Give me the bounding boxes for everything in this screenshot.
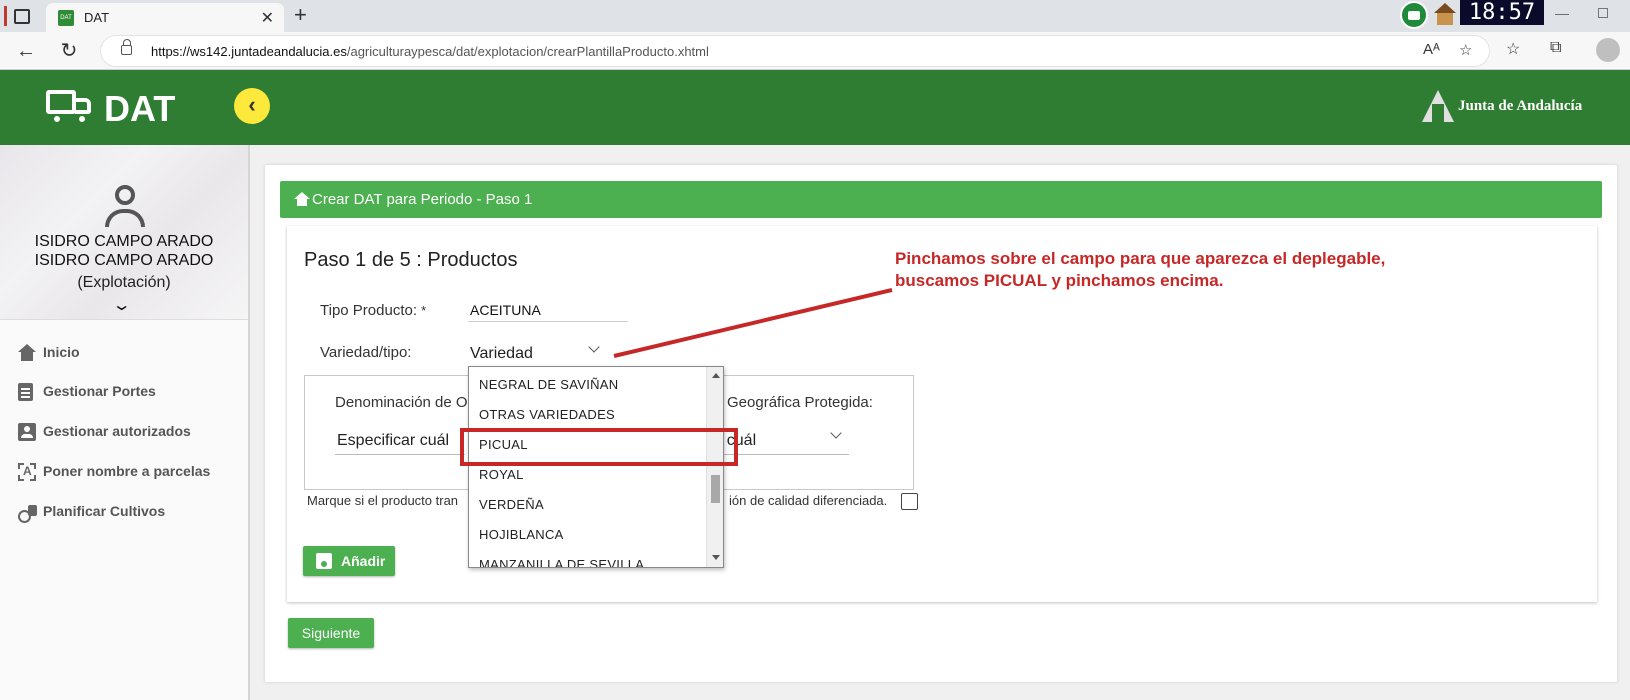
denominacion-select[interactable]: Especificar cuál xyxy=(335,427,465,455)
annotation-line: buscamos PICUAL y pinchamos encima. xyxy=(895,271,1224,290)
scroll-down-icon[interactable] xyxy=(712,555,720,560)
denominacion-label: Denominación de O xyxy=(335,394,468,411)
junta-mark-icon xyxy=(1422,90,1454,122)
reload-icon[interactable]: ↻ xyxy=(55,37,83,65)
sidebar: ISIDRO CAMPO ARADO ISIDRO CAMPO ARADO (E… xyxy=(0,145,250,700)
dropdown-option[interactable]: MANZANILLA DE SEVILLA xyxy=(479,557,644,567)
id-badge-icon xyxy=(18,423,36,441)
favorites-icon[interactable]: ☆ xyxy=(1506,39,1520,59)
annotation-note: Pinchamos sobre el campo para que aparez… xyxy=(895,248,1385,292)
dropdown-option[interactable]: HOJIBLANCA xyxy=(479,527,564,542)
dropdown-option[interactable]: NEGRAL DE SAVIÑAN xyxy=(479,377,618,392)
address-bar[interactable]: https://ws142.juntadeandalucia.es/agricu… xyxy=(100,35,1490,67)
org-name: Junta de Andalucía xyxy=(1458,98,1583,114)
minimize-icon[interactable]: — xyxy=(1555,5,1569,21)
sidebar-item-label: Inicio xyxy=(43,344,80,360)
dat-favicon-icon: DAT xyxy=(58,10,74,26)
denominacion-select-value: Especificar cuál xyxy=(337,432,450,449)
user-name-secondary: ISIDRO CAMPO ARADO xyxy=(34,252,214,269)
tipo-producto-label: Tipo Producto: * xyxy=(320,302,427,319)
tipo-producto-field[interactable]: ACEITUNA xyxy=(468,298,628,322)
truck-icon xyxy=(46,90,94,124)
clipboard-icon xyxy=(18,383,33,401)
house-icon[interactable] xyxy=(1434,3,1456,25)
back-icon[interactable]: ← xyxy=(12,37,40,65)
add-button-label: Añadir xyxy=(341,553,386,569)
annotation-line: Pinchamos sobre el campo para que aparez… xyxy=(895,249,1386,268)
profile-card: ISIDRO CAMPO ARADO ISIDRO CAMPO ARADO (E… xyxy=(0,145,248,320)
clock: 18:57 xyxy=(1460,0,1544,25)
chevron-down-icon xyxy=(588,341,600,353)
variedad-label: Variedad/tipo: xyxy=(320,344,412,361)
step-title: Paso 1 de 5 : Productos xyxy=(304,249,518,271)
browser-toolbar: ← ↻ https://ws142.juntadeandalucia.es/ag… xyxy=(0,32,1630,70)
variedad-select-value: Variedad xyxy=(470,345,533,362)
save-icon xyxy=(316,553,332,569)
user-name: ISIDRO CAMPO ARADO xyxy=(34,233,214,250)
new-tab-icon[interactable]: + xyxy=(294,3,307,27)
variedad-select[interactable]: Variedad xyxy=(468,340,606,368)
app-title: DAT xyxy=(104,88,176,129)
required-marker: * xyxy=(421,303,427,318)
close-tab-icon[interactable]: ✕ xyxy=(261,8,274,28)
sidebar-item-label: Gestionar Portes xyxy=(43,383,156,399)
variedad-dropdown-list[interactable]: NEGRAL DE SAVIÑAN OTRAS VARIEDADES PICUA… xyxy=(468,366,724,568)
panel-title: Crear DAT para Periodo - Paso 1 xyxy=(312,191,533,208)
favorite-add-icon[interactable]: ☆ xyxy=(1459,41,1472,59)
app-header: DAT ‹ Junta de Andalucía xyxy=(0,70,1630,145)
url-text: https://ws142.juntadeandalucia.es/agricu… xyxy=(151,44,709,59)
profile-avatar-icon[interactable] xyxy=(1596,38,1620,62)
restore-icon[interactable] xyxy=(1598,8,1608,18)
add-button[interactable]: Añadir xyxy=(303,546,395,576)
annotation-arrow xyxy=(613,288,893,358)
dropdown-option[interactable]: VERDEÑA xyxy=(479,497,544,512)
sidebar-item-label: Planificar Cultivos xyxy=(43,503,166,519)
lock-icon[interactable] xyxy=(121,39,132,55)
user-role: (Explotación) xyxy=(77,274,171,291)
scrollbar-thumb[interactable] xyxy=(711,475,720,503)
next-button[interactable]: Siguiente xyxy=(288,618,374,648)
home-icon xyxy=(294,192,310,206)
read-aloud-icon[interactable]: Aᴬ xyxy=(1423,41,1440,58)
panel-header: Crear DAT para Periodo - Paso 1 xyxy=(280,181,1602,218)
sidebar-item-label: Gestionar autorizados xyxy=(43,423,191,439)
chevron-down-icon[interactable]: ⌄ xyxy=(112,295,132,315)
frame-text-icon xyxy=(18,463,36,481)
chevron-down-icon xyxy=(830,427,842,439)
browser-tabstrip: DAT DAT ✕ + 18:57 — xyxy=(0,0,1630,32)
dropdown-scrollbar[interactable] xyxy=(706,367,723,567)
home-icon xyxy=(18,344,36,362)
sidebar-item-label: Poner nombre a parcelas xyxy=(43,463,211,479)
collapse-sidebar-button[interactable]: ‹ xyxy=(234,88,270,124)
browser-tab[interactable]: DAT DAT ✕ xyxy=(46,3,284,32)
tab-title: DAT xyxy=(84,10,110,25)
tipo-producto-value: ACEITUNA xyxy=(470,302,541,318)
dropdown-option[interactable]: ROYAL xyxy=(479,467,524,482)
tractor-icon xyxy=(18,503,37,523)
indicacion-geografica-label: Geográfica Protegida: xyxy=(727,394,873,411)
picual-highlight-box xyxy=(460,428,738,466)
user-avatar-icon xyxy=(102,185,148,231)
calidad-diferenciada-text: Marque si el producto tran ión de calida… xyxy=(307,493,888,508)
scroll-up-icon[interactable] xyxy=(712,373,720,378)
dropdown-option[interactable]: OTRAS VARIEDADES xyxy=(479,407,615,422)
tab-actions-icon[interactable] xyxy=(4,6,32,26)
calidad-diferenciada-checkbox[interactable] xyxy=(901,493,918,510)
collections-icon[interactable]: ⧉ xyxy=(1550,39,1561,57)
printer-icon[interactable] xyxy=(1400,1,1428,29)
